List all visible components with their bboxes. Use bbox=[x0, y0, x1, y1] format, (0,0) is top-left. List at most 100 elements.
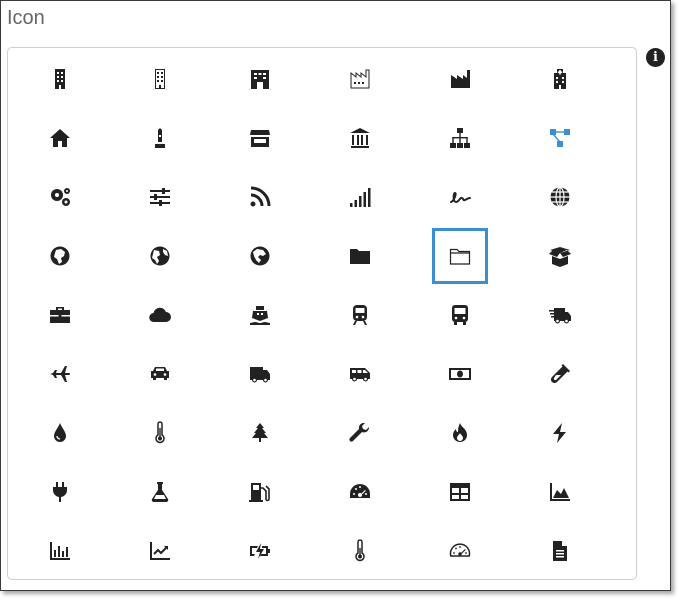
building-outline-icon bbox=[155, 69, 165, 89]
icon-option-shuttle-van[interactable] bbox=[332, 346, 388, 402]
money-bill-icon bbox=[449, 368, 471, 380]
icon-field-frame: Icon i bbox=[0, 0, 671, 591]
icon-option-briefcase[interactable] bbox=[32, 287, 88, 343]
icon-option-plane[interactable] bbox=[32, 346, 88, 402]
icon-option-monument[interactable] bbox=[132, 110, 188, 166]
icon-option-line-chart[interactable] bbox=[132, 523, 188, 579]
gas-pump-icon bbox=[249, 483, 270, 502]
icon-option-store[interactable] bbox=[232, 110, 288, 166]
icon-option-train[interactable] bbox=[332, 287, 388, 343]
icon-option-tachometer[interactable] bbox=[332, 464, 388, 520]
wrench-icon bbox=[349, 422, 370, 442]
tree-icon bbox=[252, 423, 268, 442]
shipping-fast-icon bbox=[549, 308, 571, 324]
icon-option-bar-chart[interactable] bbox=[32, 523, 88, 579]
battery-bolt-icon bbox=[250, 543, 270, 559]
icon-option-ship[interactable] bbox=[232, 287, 288, 343]
icon-option-tachometer-outline[interactable] bbox=[432, 523, 488, 579]
icon-option-area-chart[interactable] bbox=[532, 464, 588, 520]
icon-option-vial[interactable] bbox=[532, 346, 588, 402]
icon-option-wrench[interactable] bbox=[332, 405, 388, 461]
icon-option-table[interactable] bbox=[432, 464, 488, 520]
area-chart-icon bbox=[550, 483, 570, 501]
tachometer-icon bbox=[350, 484, 370, 498]
tachometer-outline-icon bbox=[449, 543, 471, 557]
factory-icon bbox=[451, 70, 470, 88]
icon-picker-panel bbox=[7, 47, 637, 580]
briefcase-icon bbox=[50, 307, 70, 323]
icon-option-truck[interactable] bbox=[232, 346, 288, 402]
factory-outline-icon bbox=[350, 69, 370, 89]
icon-option-sitemap[interactable] bbox=[432, 110, 488, 166]
icon-option-tree[interactable] bbox=[232, 405, 288, 461]
cloud-icon bbox=[149, 307, 171, 323]
icon-option-bolt[interactable] bbox=[532, 405, 588, 461]
sitemap-icon bbox=[450, 128, 470, 148]
icon-option-signature[interactable] bbox=[432, 169, 488, 225]
icon-option-fire[interactable] bbox=[432, 405, 488, 461]
table-icon bbox=[450, 483, 470, 501]
folder-icon bbox=[350, 249, 370, 264]
tint-icon bbox=[54, 423, 66, 442]
icon-option-folder[interactable] bbox=[332, 228, 388, 284]
icon-option-gears[interactable] bbox=[32, 169, 88, 225]
icon-option-home[interactable] bbox=[32, 110, 88, 166]
globe-icon bbox=[550, 186, 570, 208]
bolt-icon bbox=[553, 423, 566, 443]
icon-option-factory-outline[interactable] bbox=[332, 51, 388, 107]
icon-option-globe-africa[interactable] bbox=[32, 228, 88, 284]
bank-icon bbox=[350, 128, 370, 148]
vial-icon bbox=[550, 364, 570, 384]
info-icon[interactable]: i bbox=[646, 48, 665, 67]
icon-option-globe[interactable] bbox=[532, 169, 588, 225]
icon-option-building-outline[interactable] bbox=[132, 51, 188, 107]
globe-asia-icon bbox=[250, 246, 270, 266]
icon-option-cloud[interactable] bbox=[132, 287, 188, 343]
monument-icon bbox=[155, 128, 165, 148]
icon-option-rss[interactable] bbox=[232, 169, 288, 225]
train-icon bbox=[353, 305, 367, 325]
thermometer-icon bbox=[155, 421, 165, 444]
icon-option-sliders[interactable] bbox=[132, 169, 188, 225]
icon-option-building[interactable] bbox=[32, 51, 88, 107]
icon-option-box-open[interactable] bbox=[532, 228, 588, 284]
icon-grid bbox=[8, 48, 636, 579]
icon-option-flask[interactable] bbox=[132, 464, 188, 520]
icon-option-folder-outline[interactable] bbox=[432, 228, 488, 284]
icon-option-file-alt[interactable] bbox=[532, 523, 588, 579]
icon-option-car[interactable] bbox=[132, 346, 188, 402]
icon-option-tint[interactable] bbox=[32, 405, 88, 461]
icon-option-thermometer[interactable] bbox=[132, 405, 188, 461]
home-icon bbox=[50, 129, 70, 147]
icon-option-plug[interactable] bbox=[32, 464, 88, 520]
sliders-icon bbox=[150, 188, 170, 206]
network-icon bbox=[550, 129, 570, 147]
icon-option-hospital[interactable] bbox=[532, 51, 588, 107]
folder-outline-icon bbox=[449, 248, 471, 265]
icon-option-battery-bolt[interactable] bbox=[232, 523, 288, 579]
icon-option-factory[interactable] bbox=[432, 51, 488, 107]
icon-option-network[interactable] bbox=[532, 110, 588, 166]
gears-icon bbox=[51, 188, 70, 206]
hospital-icon bbox=[554, 69, 566, 89]
shuttle-van-icon bbox=[350, 368, 370, 382]
signature-icon bbox=[450, 191, 471, 204]
icon-option-store-building[interactable] bbox=[232, 51, 288, 107]
icon-option-money-bill[interactable] bbox=[432, 346, 488, 402]
icon-option-shipping-fast[interactable] bbox=[532, 287, 588, 343]
bar-chart-icon bbox=[50, 542, 70, 560]
icon-option-globe-asia[interactable] bbox=[232, 228, 288, 284]
plane-icon bbox=[50, 366, 70, 382]
icon-option-thermometer-outline[interactable] bbox=[332, 523, 388, 579]
icon-option-globe-americas[interactable] bbox=[132, 228, 188, 284]
icon-option-bank[interactable] bbox=[332, 110, 388, 166]
plug-icon bbox=[52, 482, 68, 502]
flask-icon bbox=[151, 482, 169, 503]
line-chart-icon bbox=[150, 542, 170, 560]
store-building-icon bbox=[251, 70, 269, 89]
box-open-icon bbox=[549, 247, 571, 267]
icon-option-bus[interactable] bbox=[432, 287, 488, 343]
building-icon bbox=[55, 69, 65, 89]
icon-option-signal[interactable] bbox=[332, 169, 388, 225]
icon-option-gas-pump[interactable] bbox=[232, 464, 288, 520]
